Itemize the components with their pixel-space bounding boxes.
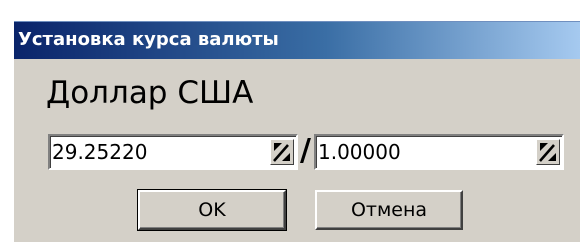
rate-left-field[interactable] xyxy=(48,134,298,170)
currency-rate-dialog: Установка курса валюты Доллар США / OK О… xyxy=(13,21,580,242)
rate-right-field[interactable] xyxy=(314,134,564,170)
ok-button[interactable]: OK xyxy=(137,189,287,231)
cancel-button[interactable]: Отмена xyxy=(315,190,463,230)
rate-left-input[interactable] xyxy=(52,139,242,165)
currency-name: Доллар США xyxy=(46,75,254,111)
spin-updown-icon xyxy=(539,143,556,162)
rate-left-spin-button[interactable] xyxy=(270,139,294,165)
rate-separator: / xyxy=(300,133,311,168)
rate-right-spin-button[interactable] xyxy=(536,139,560,165)
spin-updown-icon xyxy=(273,143,290,162)
title-bar[interactable]: Установка курса валюты xyxy=(14,21,580,59)
window-title: Установка курса валюты xyxy=(18,29,279,50)
rate-right-input[interactable] xyxy=(318,139,508,165)
